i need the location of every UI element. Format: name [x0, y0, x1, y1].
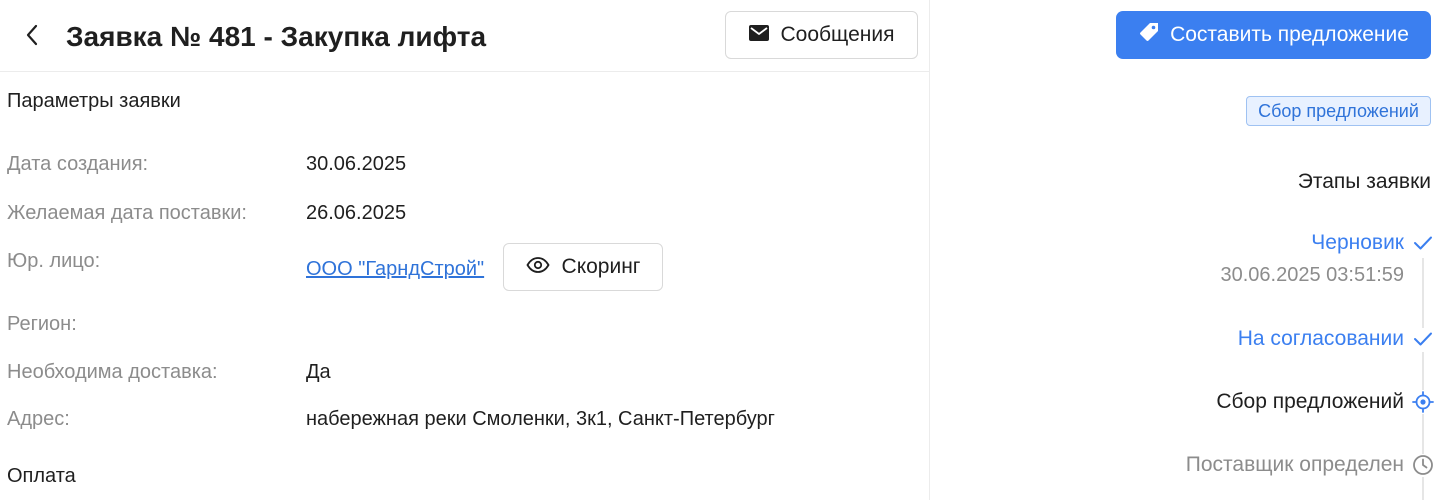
messages-button-label: Сообщения [780, 23, 895, 46]
messages-button[interactable]: Сообщения [725, 11, 918, 59]
scoring-button-label: Скоринг [561, 255, 641, 278]
scoring-button[interactable]: Скоринг [503, 243, 663, 291]
timeline-connector [1422, 352, 1424, 390]
delivery-needed-value: Да [306, 361, 331, 383]
region-label: Регион: [7, 313, 77, 335]
timeline-connector [1422, 258, 1424, 328]
payment-section-title: Оплата [7, 465, 76, 487]
back-button[interactable] [18, 22, 46, 52]
stage-supplier-label: Поставщик определен [1185, 453, 1404, 476]
page-title: Заявка № 481 - Закупка лифта [66, 21, 487, 52]
main-panel: Заявка № 481 - Закупка лифта Сообщения П… [0, 0, 930, 500]
clock-icon [1412, 454, 1434, 476]
address-label: Адрес: [7, 408, 70, 430]
stage-draft-time: 30.06.2025 03:51:59 [1220, 264, 1404, 286]
delivery-needed-label: Необходима доставка: [7, 361, 218, 383]
timeline-connector [1422, 414, 1424, 454]
params-section-title: Параметры заявки [7, 90, 181, 112]
stage-draft-label: Черновик [1311, 231, 1404, 254]
stage-approval-label: На согласовании [1237, 327, 1404, 350]
delivery-date-label: Желаемая дата поставки: [7, 202, 247, 224]
tag-icon [1138, 21, 1160, 49]
legal-entity-label: Юр. лицо: [7, 250, 101, 272]
page-header: Заявка № 481 - Закупка лифта Сообщения [0, 0, 930, 72]
created-date-label: Дата создания: [7, 153, 149, 175]
check-icon [1412, 232, 1434, 254]
created-date-value: 30.06.2025 [306, 153, 407, 175]
stage-collecting-label: Сбор предложений [1216, 390, 1404, 413]
make-offer-button[interactable]: Составить предложение [1116, 11, 1431, 59]
envelope-icon [748, 23, 769, 47]
address-value: набережная реки Смоленки, 3к1, Санкт-Пет… [306, 408, 775, 430]
target-icon [1412, 391, 1434, 413]
request-page: Заявка № 481 - Закупка лифта Сообщения П… [0, 0, 1448, 500]
stages-title: Этапы заявки [1297, 170, 1431, 193]
check-icon [1412, 328, 1434, 350]
legal-entity-link[interactable]: ООО "ГарндСтрой" [306, 258, 484, 281]
status-badge: Сбор предложений [1246, 96, 1431, 126]
chevron-left-icon [25, 24, 39, 51]
make-offer-label: Составить предложение [1170, 23, 1409, 46]
timeline-connector [1422, 477, 1424, 500]
delivery-date-value: 26.06.2025 [306, 202, 407, 224]
eye-icon [525, 255, 550, 279]
